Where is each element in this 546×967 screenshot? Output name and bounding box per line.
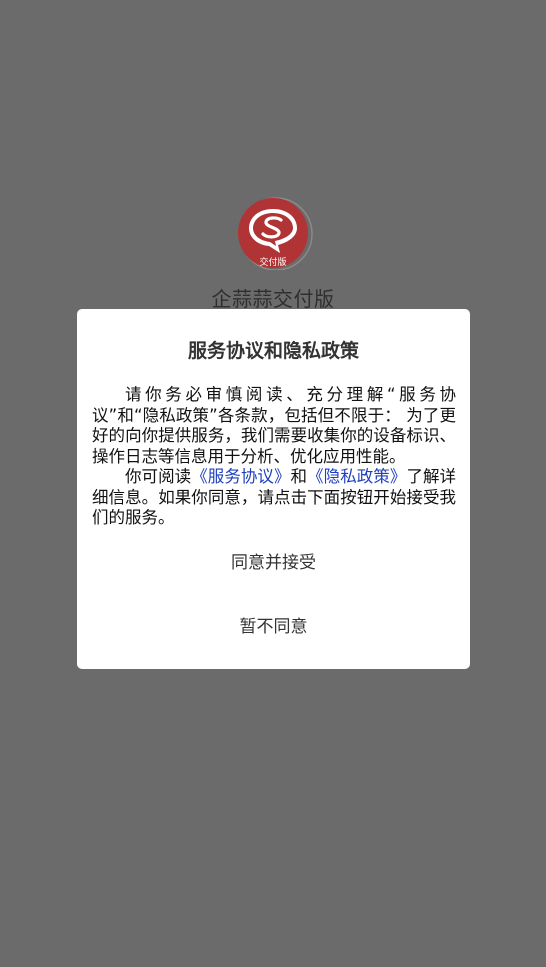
privacy-policy-link[interactable]: 《隐私政策》 xyxy=(307,467,406,486)
disagree-button[interactable]: 暂不同意 xyxy=(77,607,470,647)
dialog-body: 请你务必审慎阅读、充分理解“服务协议”和“隐私政策”各条款，包括但不限于： 为了… xyxy=(92,385,456,529)
app-logo: 交付版 xyxy=(238,197,313,270)
dialog-paragraph-1: 请你务必审慎阅读、充分理解“服务协议”和“隐私政策”各条款，包括但不限于： 为了… xyxy=(92,385,456,466)
paragraph-2-prefix: 你可阅读 xyxy=(125,467,192,486)
agree-button[interactable]: 同意并接受 xyxy=(77,543,470,583)
and-text: 和 xyxy=(290,467,308,486)
logo-badge-text: 交付版 xyxy=(259,256,286,268)
agreement-dialog: 服务协议和隐私政策 请你务必审慎阅读、充分理解“服务协议”和“隐私政策”各条款，… xyxy=(77,309,470,669)
service-agreement-link[interactable]: 《服务协议》 xyxy=(191,467,290,486)
dialog-title: 服务协议和隐私政策 xyxy=(187,340,359,362)
app-name: 企蒜蒜交付版 xyxy=(211,287,335,311)
dialog-paragraph-2: 你可阅读《服务协议》和《隐私政策》了解详细信息。如果你同意，请点击下面按钮开始接… xyxy=(92,467,456,529)
